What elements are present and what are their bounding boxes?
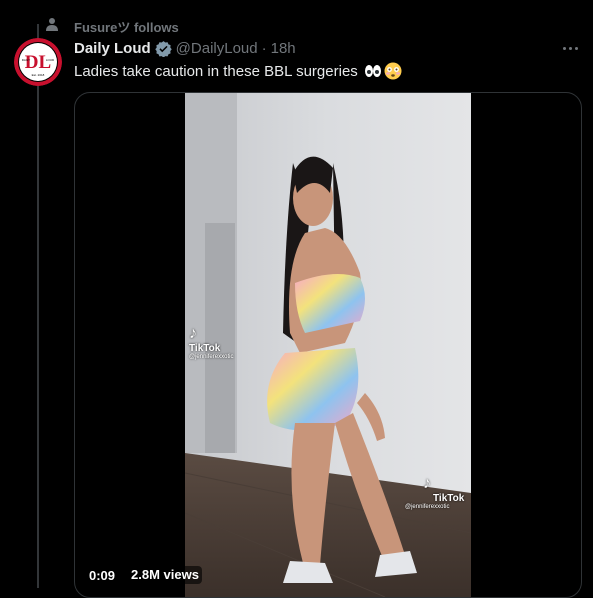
timestamp[interactable]: 18h	[271, 40, 296, 57]
tiktok-brand-top: TikTok	[189, 343, 221, 354]
tiktok-watermark-top: ♪ TikTok @jenniferexxotic	[189, 325, 233, 360]
author-name[interactable]: Daily Loud	[74, 40, 151, 57]
avatar[interactable]: DL DAILY LOUD Est. 2018	[14, 38, 62, 86]
tiktok-user-bottom: @jenniferexxotic	[405, 504, 450, 510]
views-label: 2.8M views	[128, 566, 202, 584]
eyes-emoji	[364, 65, 381, 77]
more-options-icon[interactable]	[560, 38, 580, 58]
tiktok-user-top: @jenniferexxotic	[189, 354, 234, 360]
avatar-sub-right: LOUD	[46, 58, 55, 62]
thread-line	[37, 24, 39, 588]
person-icon	[46, 18, 58, 31]
video-views: 2.8M views	[128, 566, 202, 584]
avatar-logo-text: DL	[25, 52, 51, 73]
video-duration: 0:09	[85, 566, 120, 584]
media-container[interactable]: ♪ TikTok @jenniferexxotic ♪ TikTok @jenn…	[74, 92, 582, 598]
author-handle[interactable]: @DailyLoud	[176, 40, 258, 57]
flushed-face-emoji	[384, 62, 402, 80]
tiktok-icon: ♪	[189, 325, 197, 342]
tweet-text: Ladies take caution in these BBL surgeri…	[74, 62, 402, 80]
avatar-est: Est. 2018	[32, 73, 45, 77]
tiktok-brand-bottom: TikTok	[433, 493, 465, 504]
tiktok-icon: ♪	[423, 475, 431, 492]
separator-dot: ·	[261, 39, 267, 57]
tiktok-watermark-bottom: ♪ TikTok @jenniferexxotic	[405, 475, 464, 510]
social-context-text: Fusureツ follows	[74, 20, 179, 35]
avatar-sub-left: DAILY	[22, 58, 30, 62]
verified-badge-icon[interactable]	[154, 40, 172, 57]
tweet-header: Daily Loud @DailyLoud · 18h	[74, 38, 296, 58]
tweet-body: Ladies take caution in these BBL surgeri…	[74, 62, 358, 80]
